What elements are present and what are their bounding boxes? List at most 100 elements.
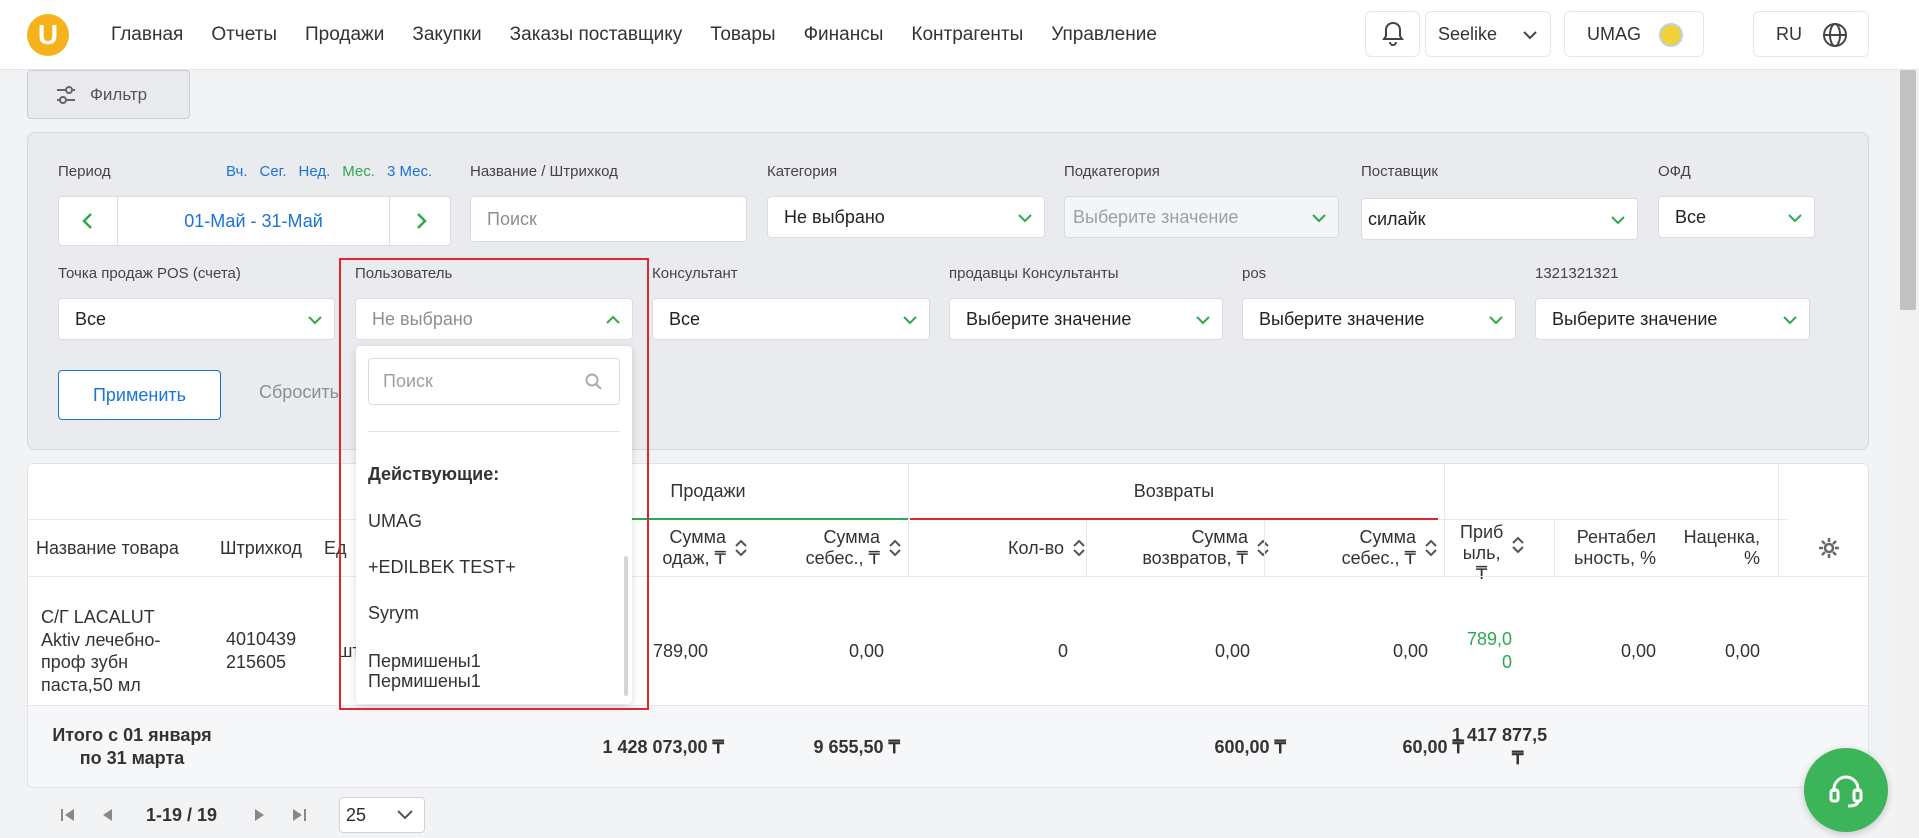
col-header-profit-line2: ыль, xyxy=(1462,542,1501,563)
nav-item-supplier-orders[interactable]: Заказы поставщику xyxy=(510,24,683,46)
period-label: Период xyxy=(58,163,111,180)
header-divider xyxy=(1444,464,1445,576)
next-period-button[interactable] xyxy=(392,197,450,245)
ofd-value: Все xyxy=(1675,206,1707,227)
profit-line1: 789,0 xyxy=(1466,629,1512,649)
main-nav: Главная Отчеты Продажи Закупки Заказы по… xyxy=(111,0,1185,70)
company-selector[interactable]: UMAG xyxy=(1564,11,1704,57)
store-selector[interactable]: Seelike xyxy=(1425,11,1551,57)
prev-page-icon[interactable] xyxy=(100,807,114,823)
sliders-icon xyxy=(57,85,75,104)
nav-item-home[interactable]: Главная xyxy=(111,24,183,46)
col-header-returns-sum-line2: возвратов, ₸ xyxy=(1142,548,1248,568)
col-header-returns-cost[interactable]: Сумма себес., ₸ xyxy=(1288,520,1438,576)
col-header-returns-qty[interactable]: Кол-во xyxy=(958,520,1086,576)
notifications-button[interactable] xyxy=(1365,11,1420,57)
name-barcode-search-input[interactable]: Поиск xyxy=(470,196,747,242)
nav-item-products[interactable]: Товары xyxy=(710,24,775,46)
page-scrollbar-thumb[interactable] xyxy=(1900,70,1916,310)
language-code: RU xyxy=(1776,23,1802,44)
col-header-returns-sum-line1: Сумма xyxy=(1191,527,1248,548)
consultant-select[interactable]: Все xyxy=(652,298,930,340)
custom-field-value: Выберите значение xyxy=(1552,308,1718,329)
col-header-sales-cost-line2: себес., ₸ xyxy=(805,548,880,568)
date-range-text[interactable]: 01-Май - 31-Май xyxy=(117,197,390,245)
col-header-returns-cost-line1: Сумма xyxy=(1359,527,1416,548)
period-link-today[interactable]: Сег. xyxy=(260,163,287,180)
totals-returns-cost: 60,00 ₸ xyxy=(1402,737,1465,757)
nav-item-sales[interactable]: Продажи xyxy=(305,24,384,46)
custom-field-select[interactable]: Выберите значение xyxy=(1535,298,1810,340)
product-name-line1: С/Г LACALUT xyxy=(41,607,155,627)
nav-item-counterparties[interactable]: Контрагенты xyxy=(911,24,1023,46)
chevron-down-icon xyxy=(1611,216,1625,225)
page-size-value: 25 xyxy=(346,804,367,825)
header-divider xyxy=(1778,464,1779,576)
sort-icon xyxy=(1425,539,1437,557)
custom-field-label: 1321321321 xyxy=(1535,265,1619,282)
col-header-name[interactable]: Название товара xyxy=(36,520,206,576)
col-header-profit[interactable]: Приб ыль, ₸ xyxy=(1460,522,1530,604)
chevron-down-icon xyxy=(1196,316,1210,325)
totals-sales-cost: 9 655,50 ₸ xyxy=(813,737,900,757)
next-page-icon[interactable] xyxy=(253,807,267,823)
pos-select[interactable]: Все xyxy=(58,298,335,340)
chevron-down-icon xyxy=(903,316,917,325)
gear-icon xyxy=(1819,538,1839,558)
reset-button[interactable]: Сбросить xyxy=(259,382,339,403)
col-header-sales-sum-line2: одаж, ₸ xyxy=(662,548,726,568)
period-link-week[interactable]: Нед. xyxy=(298,163,330,180)
col-header-returns-qty-label: Кол-во xyxy=(1008,537,1064,558)
category-label: Категория xyxy=(767,163,838,180)
headset-icon xyxy=(1829,775,1863,808)
col-header-profitability[interactable]: Рентабел ьность, % xyxy=(1558,520,1656,576)
period-link-3-months[interactable]: 3 Мес. xyxy=(387,163,432,180)
nav-item-management[interactable]: Управление xyxy=(1051,24,1157,46)
nav-item-purchases[interactable]: Закупки xyxy=(412,24,481,46)
col-header-sales-cost[interactable]: Сумма себес., ₸ xyxy=(758,520,902,576)
totals-profit-line2: ₸ xyxy=(1512,747,1524,768)
nav-item-finance[interactable]: Финансы xyxy=(804,24,884,46)
pos-value: Все xyxy=(75,308,107,329)
name-barcode-label: Название / Штрихкод xyxy=(470,163,618,180)
pos2-value: Выберите значение xyxy=(1259,308,1425,329)
supplier-select[interactable]: силайк xyxy=(1361,198,1638,240)
pos2-select[interactable]: Выберите значение xyxy=(1242,298,1516,340)
date-range-picker: 01-Май - 31-Май xyxy=(58,196,451,246)
header-bottom-border xyxy=(28,576,1868,577)
sort-icon xyxy=(1257,539,1269,557)
support-chat-button[interactable] xyxy=(1804,748,1888,832)
last-page-icon[interactable] xyxy=(289,807,307,823)
page-size-select[interactable]: 25 xyxy=(339,797,425,833)
col-header-returns-sum[interactable]: Сумма возвратов, ₸ xyxy=(1098,520,1270,576)
language-selector[interactable]: RU xyxy=(1753,11,1869,57)
sellers-consultants-value: Выберите значение xyxy=(966,308,1132,329)
first-page-icon[interactable] xyxy=(60,807,78,823)
chevron-right-icon xyxy=(417,213,427,229)
period-link-yesterday[interactable]: Вч. xyxy=(226,163,248,180)
apply-button[interactable]: Применить xyxy=(58,370,221,420)
markup-cell: 0,00 xyxy=(1724,641,1760,661)
ofd-select[interactable]: Все xyxy=(1658,196,1815,238)
filter-toggle-button[interactable]: Фильтр xyxy=(27,70,190,119)
col-header-barcode-label: Штрихкод xyxy=(220,537,303,558)
subcategory-select: Выберите значение xyxy=(1064,196,1339,238)
col-header-barcode[interactable]: Штрихкод xyxy=(220,520,330,576)
top-bar: U Главная Отчеты Продажи Закупки Заказы … xyxy=(0,0,1919,70)
sellers-consultants-select[interactable]: Выберите значение xyxy=(949,298,1223,340)
header-divider xyxy=(1264,520,1265,576)
col-header-profitability-line2: ьность, % xyxy=(1574,548,1656,568)
header-divider xyxy=(1554,520,1555,576)
sort-icon xyxy=(735,539,747,557)
prev-period-button[interactable] xyxy=(59,197,117,245)
subcategory-label: Подкатегория xyxy=(1064,163,1160,180)
col-header-markup[interactable]: Наценка,% xyxy=(1668,520,1760,576)
period-link-month[interactable]: Мес. xyxy=(342,163,375,180)
table-settings-button[interactable] xyxy=(1818,520,1848,576)
chevron-down-icon xyxy=(1783,316,1797,325)
app-logo[interactable]: U xyxy=(27,14,69,56)
nav-item-reports[interactable]: Отчеты xyxy=(211,24,277,46)
category-select[interactable]: Не выбрано xyxy=(767,196,1045,238)
totals-label-line1: Итого с 01 января xyxy=(52,725,212,745)
returns-sum-cell: 0,00 xyxy=(1214,641,1250,661)
